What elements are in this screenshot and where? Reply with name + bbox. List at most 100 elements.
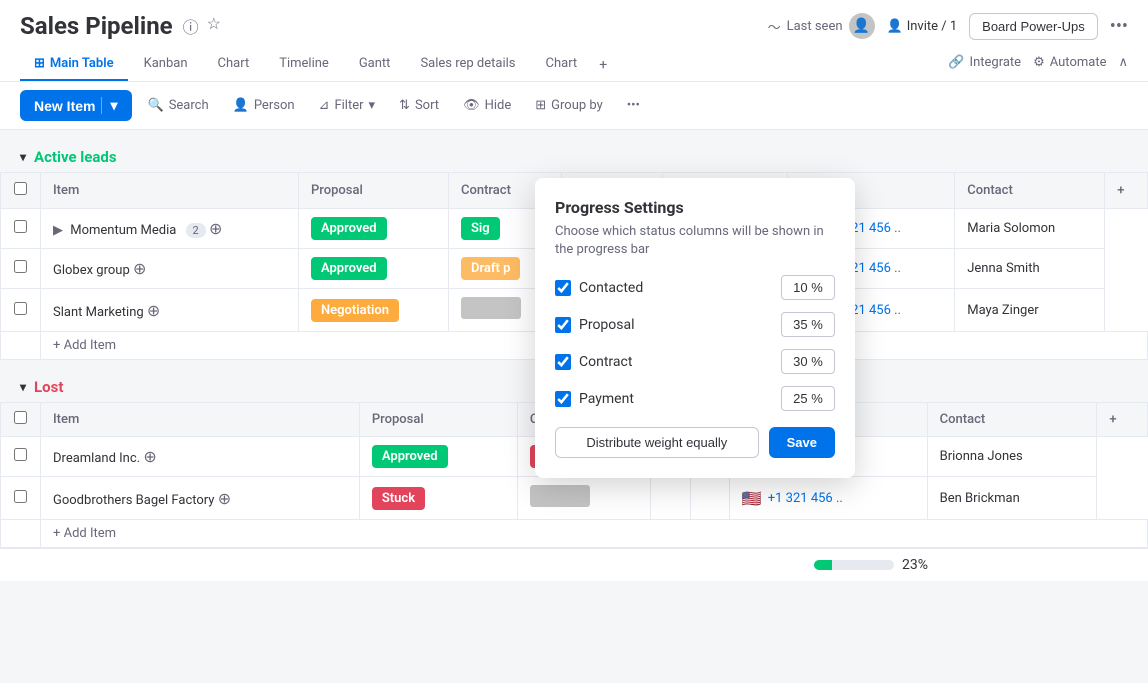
contract-label[interactable]: Contract [555, 354, 781, 370]
add-subitem-momentum[interactable]: ⊕ [209, 219, 222, 238]
col-select-all-active[interactable] [1, 173, 41, 209]
expand-momentum[interactable]: ▶ [53, 223, 63, 238]
col-contact-active: Contact [955, 173, 1105, 209]
hide-button[interactable]: 👁 Hide [455, 93, 519, 118]
add-col-lost[interactable]: + [1097, 403, 1148, 437]
add-item-row-lost[interactable]: + Add Item [1, 520, 1148, 548]
col-proposal-lost: Proposal [359, 403, 517, 437]
contract-checkbox[interactable] [555, 354, 571, 370]
add-col-active[interactable]: + [1105, 173, 1148, 209]
row-contact-globex: Jenna Smith [955, 249, 1105, 289]
tab-main-table[interactable]: ⊞ Main Table [20, 48, 128, 81]
contract-percent-input[interactable] [781, 349, 835, 374]
save-button[interactable]: Save [769, 427, 835, 458]
row-contact-momentum: Maria Solomon [955, 209, 1105, 249]
person-filter-icon: 👤 [233, 98, 249, 113]
col-item-lost: Item [41, 403, 360, 437]
payment-percent-input[interactable] [781, 386, 835, 411]
payment-label[interactable]: Payment [555, 391, 781, 407]
row-checkbox-goodbrothers[interactable] [1, 477, 41, 520]
progress-settings-popup: Progress Settings Choose which status co… [535, 178, 855, 478]
integrate-button[interactable]: 🔗 Integrate [948, 55, 1021, 70]
tabs: ⊞ Main Table Kanban Chart Timeline Gantt… [20, 48, 613, 81]
section-header-active: ▾ Active leads [0, 142, 1148, 172]
sort-button[interactable]: ⇅ Sort [391, 93, 447, 118]
board-powerups-button[interactable]: Board Power-Ups [969, 13, 1098, 40]
contacted-percent-input[interactable] [781, 275, 835, 300]
add-tab-button[interactable]: + [593, 49, 613, 81]
tab-chart1[interactable]: Chart [204, 48, 264, 81]
popup-title: Progress Settings [555, 198, 835, 217]
col-contact-lost: Contact [927, 403, 1097, 437]
contacted-checkbox[interactable] [555, 280, 571, 296]
row-proposal-dreamland: Approved [359, 437, 517, 477]
add-subitem-globex[interactable]: ⊕ [133, 259, 146, 278]
row-proposal-slant: Negotiation [298, 289, 448, 332]
search-button[interactable]: 🔍 Search [140, 93, 217, 118]
app-header: Sales Pipeline ⓘ ☆ 〜 Last seen 👤 👤 Invit… [0, 0, 1148, 82]
filter-button[interactable]: ⊿ Filter ▾ [311, 93, 384, 118]
add-item-label-lost[interactable]: + Add Item [41, 520, 1148, 548]
section-toggle-lost[interactable]: ▾ [20, 380, 26, 394]
section-title-lost: Lost [34, 378, 63, 396]
avatar: 👤 [849, 13, 875, 39]
add-subitem-dreamland[interactable]: ⊕ [143, 447, 156, 466]
toolbar: New Item ▾ 🔍 Search 👤 Person ⊿ Filter ▾ … [0, 82, 1148, 130]
row-payment-goodbrothers [651, 477, 690, 520]
main-content: ▾ Active leads Item Proposal Contract Pa… [0, 130, 1148, 665]
proposal-checkbox[interactable] [555, 317, 571, 333]
new-item-button[interactable]: New Item ▾ [20, 90, 132, 121]
row-item-globex: Globex group ⊕ [41, 249, 299, 289]
popup-row-payment: Payment [555, 386, 835, 411]
info-icon[interactable]: ⓘ [183, 14, 199, 38]
more-toolbar-button[interactable]: ••• [619, 93, 648, 118]
status-signed-momentum: Sig [461, 217, 500, 240]
sort-icon: ⇅ [399, 98, 410, 113]
select-all-checkbox-lost[interactable] [14, 411, 27, 424]
tab-gantt[interactable]: Gantt [345, 48, 405, 81]
row-progress-goodbrothers [690, 477, 729, 520]
row-checkbox-globex[interactable] [1, 249, 41, 289]
section-toggle-active[interactable]: ▾ [20, 150, 26, 164]
contacted-label[interactable]: Contacted [555, 280, 781, 296]
group-by-button[interactable]: ⊞ Group by [527, 93, 611, 118]
row-item-slant: Slant Marketing ⊕ [41, 289, 299, 332]
row-checkbox-dreamland[interactable] [1, 437, 41, 477]
search-icon: 🔍 [148, 98, 164, 113]
row-contact-dreamland: Brionna Jones [927, 437, 1097, 477]
collapse-tabs-button[interactable]: ∧ [1118, 55, 1128, 70]
bottom-progress-bar [814, 560, 894, 570]
flag-icon: 🇺🇸 [742, 489, 762, 508]
table-row: Goodbrothers Bagel Factory ⊕ Stuck 🇺🇸 +1… [1, 477, 1148, 520]
phone-number: +1 321 456 .. [768, 491, 843, 506]
table-icon: ⊞ [34, 56, 45, 71]
add-subitem-goodbrothers[interactable]: ⊕ [218, 489, 231, 508]
proposal-label[interactable]: Proposal [555, 317, 781, 333]
new-item-chevron: ▾ [101, 97, 117, 114]
payment-checkbox[interactable] [555, 391, 571, 407]
row-checkbox-slant[interactable] [1, 289, 41, 332]
tab-chart2[interactable]: Chart [532, 48, 592, 81]
row-item-goodbrothers: Goodbrothers Bagel Factory ⊕ [41, 477, 360, 520]
last-seen: 〜 Last seen 👤 [768, 13, 875, 39]
select-all-checkbox-active[interactable] [14, 182, 27, 195]
invite-button[interactable]: 👤 Invite / 1 [887, 19, 958, 34]
tab-kanban[interactable]: Kanban [130, 48, 202, 81]
person-button[interactable]: 👤 Person [225, 93, 303, 118]
col-select-all-lost[interactable] [1, 403, 41, 437]
row-proposal-momentum: Approved [298, 209, 448, 249]
row-checkbox-momentum[interactable] [1, 209, 41, 249]
add-subitem-slant[interactable]: ⊕ [147, 301, 160, 320]
badge-momentum: 2 [186, 223, 206, 238]
automate-button[interactable]: ⚙ Automate [1033, 55, 1106, 70]
star-icon[interactable]: ☆ [207, 14, 221, 38]
filter-chevron-icon: ▾ [369, 98, 376, 113]
distribute-button[interactable]: Distribute weight equally [555, 427, 759, 458]
bottom-progress-label: 23% [902, 557, 928, 573]
proposal-percent-input[interactable] [781, 312, 835, 337]
more-options-button[interactable]: ••• [1110, 16, 1128, 37]
tab-timeline[interactable]: Timeline [265, 48, 343, 81]
tab-sales-rep[interactable]: Sales rep details [406, 48, 529, 81]
title-icons: ⓘ ☆ [183, 14, 221, 38]
bottom-progress-row: 23% [0, 548, 1148, 581]
